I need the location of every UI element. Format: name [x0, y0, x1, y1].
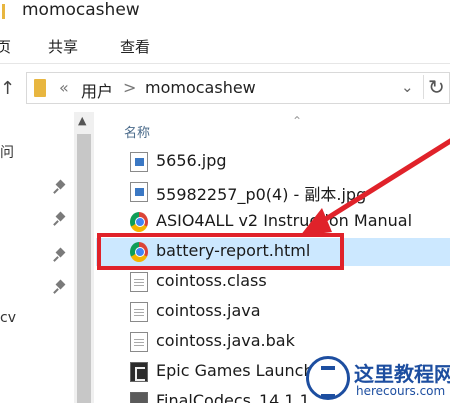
watermark-url: herecours.com	[356, 384, 446, 398]
watermark: 这里教程网 herecours.com	[306, 356, 450, 403]
folder-icon	[2, 4, 17, 19]
up-arrow-icon[interactable]: ↑	[0, 78, 15, 99]
chrome-icon	[130, 212, 148, 232]
column-header-name[interactable]: 名称	[124, 122, 150, 141]
pin-icon[interactable]	[54, 280, 68, 294]
file-name: FinalCodecs_14.1.1	[156, 391, 310, 403]
file-name: 5656.jpg	[156, 151, 227, 170]
pin-icon[interactable]	[54, 248, 68, 262]
nav-scrollbar[interactable]: ▲	[74, 112, 94, 403]
tab-view[interactable]: 查看	[120, 36, 150, 57]
nav-item-label[interactable]: cv	[0, 310, 16, 326]
watermark-text: 这里教程网	[354, 362, 450, 386]
breadcrumb-overflow[interactable]: «	[59, 78, 69, 97]
title-bar: momocashew	[0, 0, 450, 26]
file-row[interactable]: cointoss.class	[96, 268, 450, 296]
epic-games-icon	[130, 362, 148, 382]
pin-icon[interactable]	[54, 180, 68, 194]
file-row[interactable]: cointoss.java.bak	[96, 328, 450, 356]
highlight-box	[97, 233, 344, 270]
window-title: momocashew	[22, 0, 140, 20]
address-bar[interactable]: « 用户 > momocashew ⌄ ↻	[26, 72, 450, 104]
file-name: cointoss.java	[156, 301, 261, 320]
scroll-up-icon[interactable]: ▲	[78, 114, 86, 127]
folder-icon	[34, 79, 46, 97]
navigation-row: ↑ « 用户 > momocashew ⌄ ↻	[0, 64, 450, 112]
watermark-logo	[306, 356, 350, 400]
tab-home[interactable]: 页	[0, 36, 11, 57]
file-row[interactable]: ASIO4ALL v2 Instruction Manual	[96, 208, 450, 236]
file-row[interactable]: 55982257_p0(4) - 副本.jpg	[96, 178, 450, 206]
file-name: 55982257_p0(4) - 副本.jpg	[156, 185, 367, 204]
refresh-icon[interactable]: ↻	[423, 75, 445, 99]
document-icon	[130, 332, 148, 352]
file-name: cointoss.class	[156, 271, 267, 290]
file-row[interactable]: cointoss.java	[96, 298, 450, 326]
file-name: Epic Games Launcher	[156, 361, 331, 380]
file-row[interactable]: 5656.jpg	[96, 148, 450, 176]
file-name: cointoss.java.bak	[156, 331, 295, 350]
breadcrumb-current[interactable]: momocashew	[145, 78, 256, 97]
nav-item-label[interactable]: 问	[0, 142, 14, 162]
file-name: ASIO4ALL v2 Instruction Manual	[156, 211, 413, 230]
pin-icon[interactable]	[54, 212, 68, 226]
breadcrumb-separator: >	[123, 78, 137, 97]
ribbon: 页 共享 查看	[0, 26, 450, 64]
document-icon	[130, 272, 148, 292]
scroll-thumb[interactable]	[77, 134, 91, 403]
tab-share[interactable]: 共享	[48, 36, 78, 57]
sort-ascending-icon: ⌃	[292, 114, 303, 128]
image-file-icon	[130, 152, 148, 172]
document-icon	[130, 302, 148, 322]
image-file-icon	[130, 182, 148, 202]
breadcrumb-users[interactable]: 用户	[81, 78, 113, 102]
executable-icon	[130, 392, 148, 403]
chevron-down-icon[interactable]: ⌄	[401, 78, 414, 96]
